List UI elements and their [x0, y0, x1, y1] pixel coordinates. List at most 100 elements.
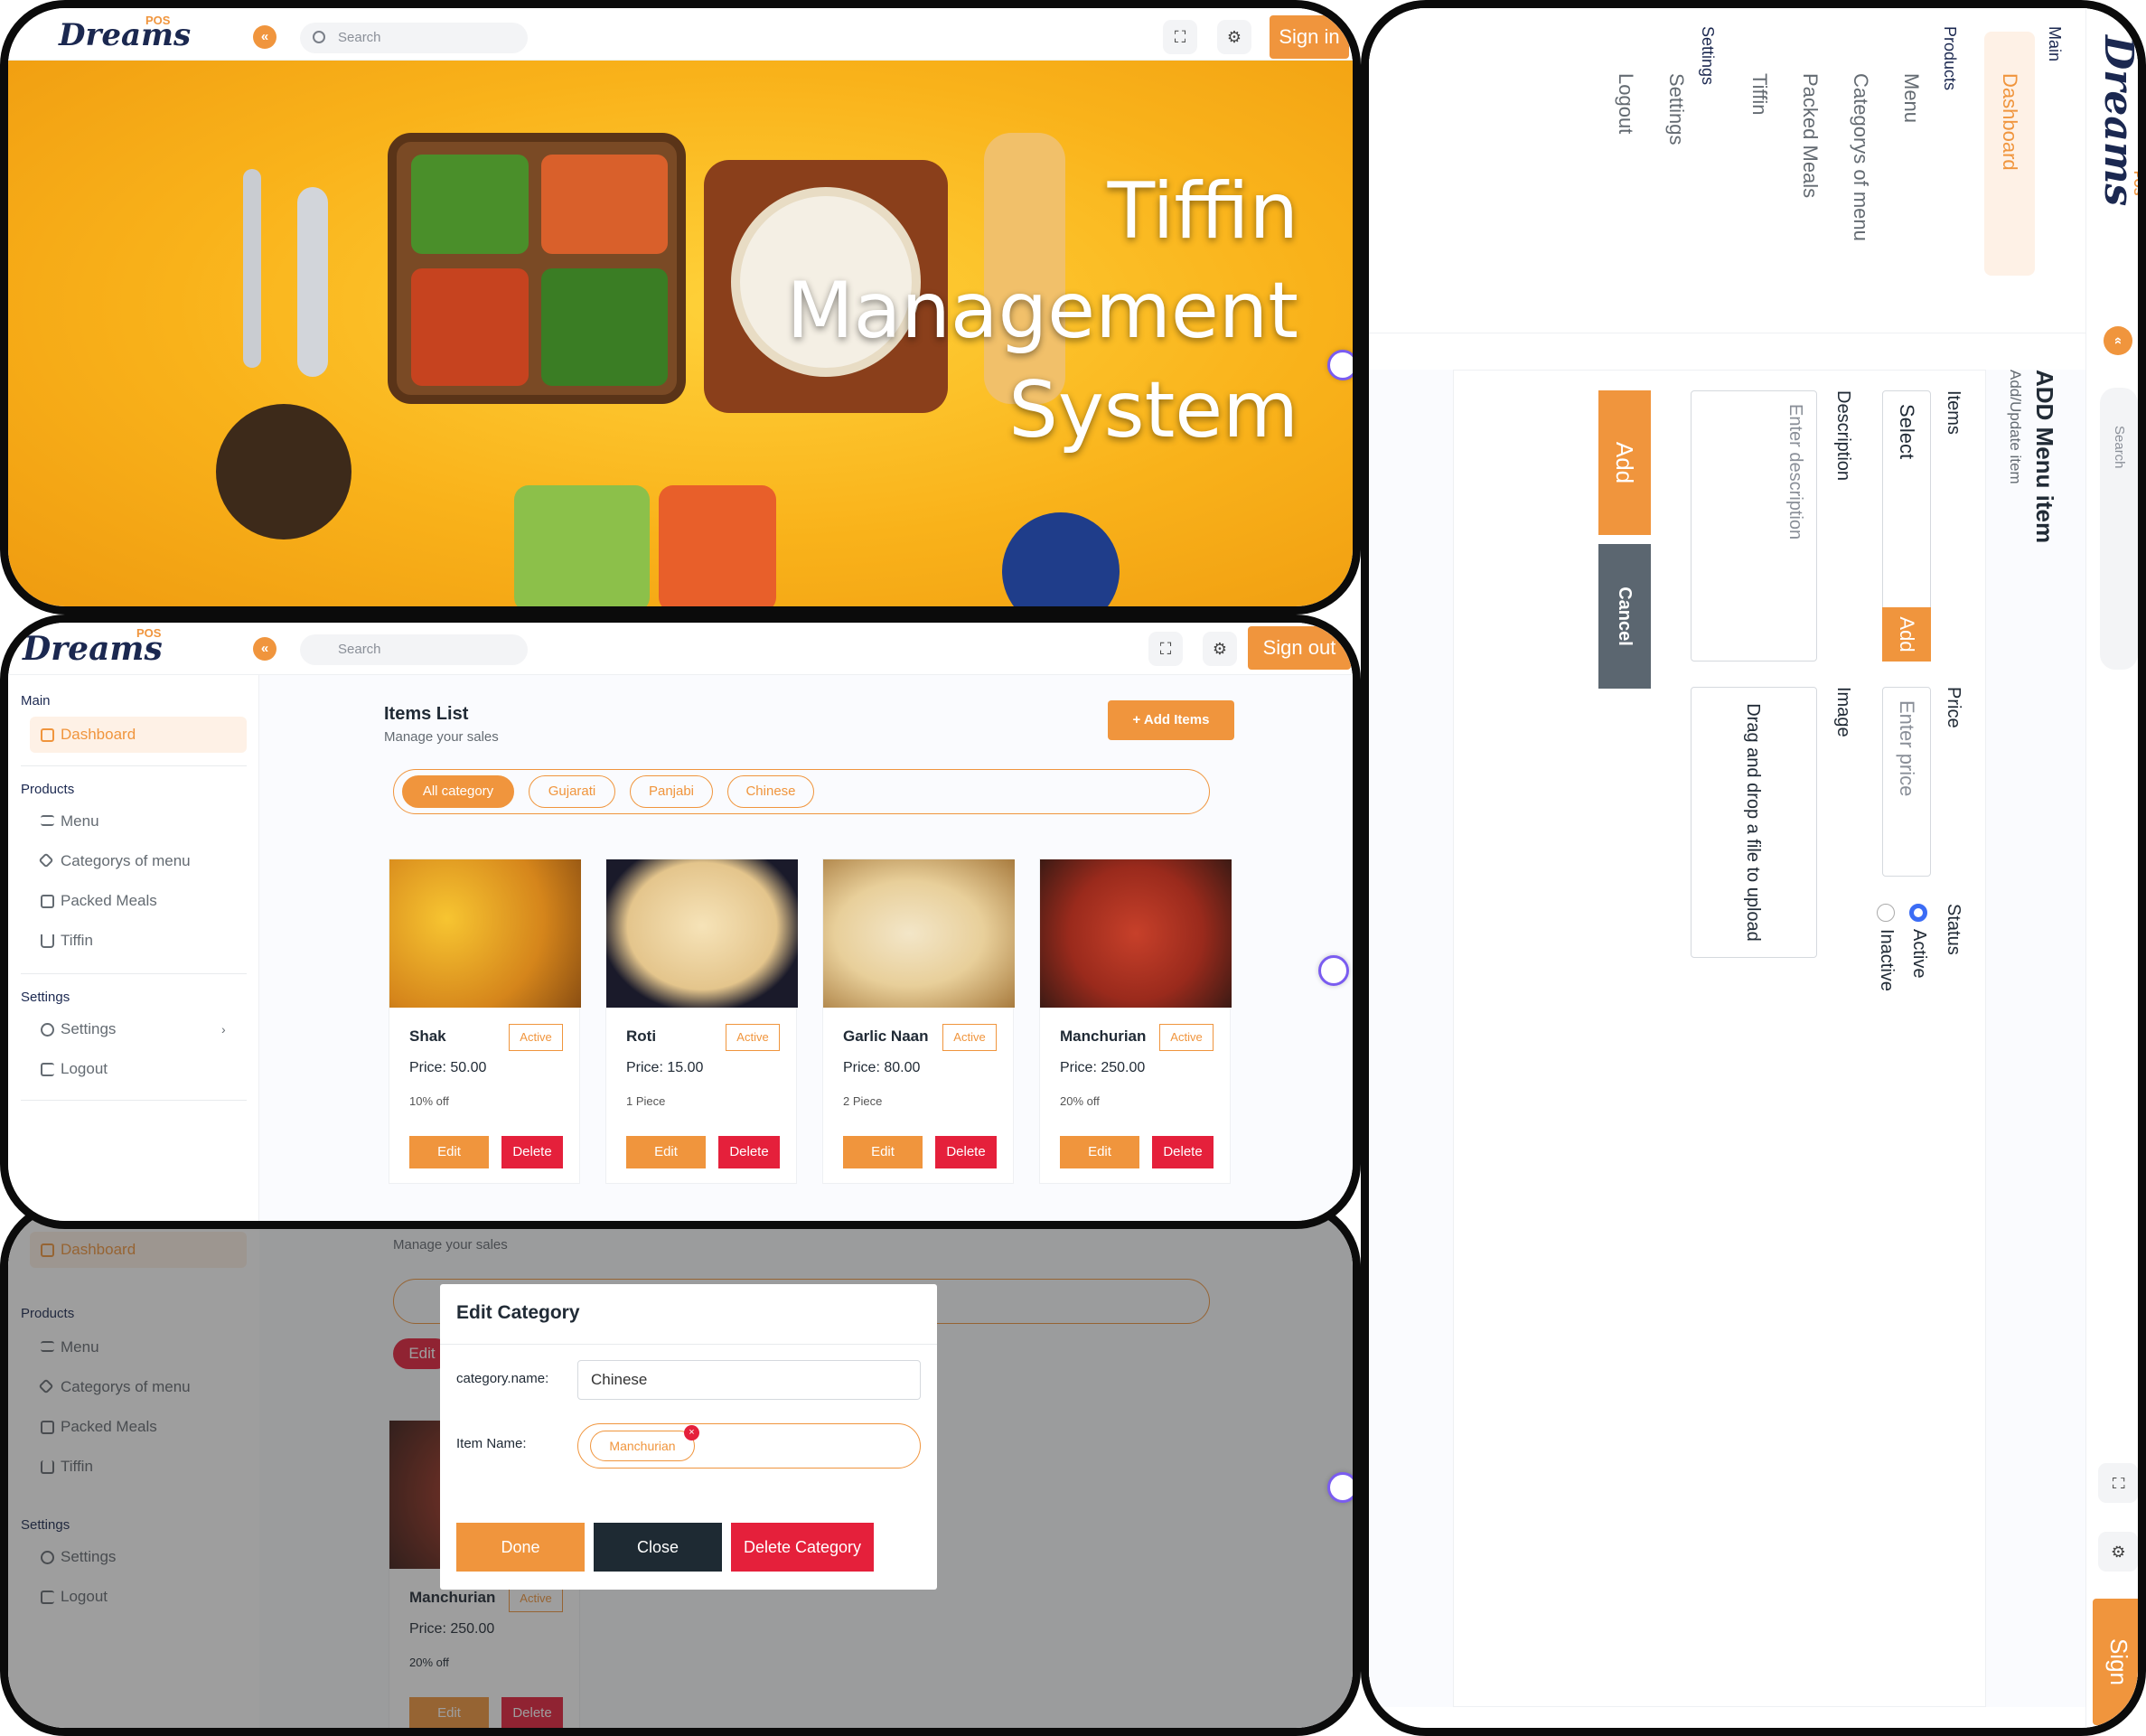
cancel-button[interactable]: Cancel: [1598, 544, 1651, 689]
done-button[interactable]: Done: [456, 1523, 585, 1572]
main-content: ADD Menu item Add/Update item Items Sele…: [1369, 370, 2085, 1707]
status-badge: Active: [1159, 1024, 1214, 1051]
remove-tag-icon[interactable]: ×: [684, 1425, 699, 1440]
fullscreen-icon[interactable]: ⛶: [1163, 20, 1197, 54]
description-label: Description: [1833, 390, 1853, 482]
divider: [440, 1344, 937, 1345]
edit-button[interactable]: Edit: [843, 1136, 923, 1168]
sidebar-item-settings[interactable]: Settings ›: [30, 1011, 247, 1047]
sidebar-item-categories[interactable]: Categorys of menu: [1849, 73, 1872, 241]
sidebar-item-label: Categorys of menu: [61, 852, 191, 869]
support-headset-icon[interactable]: [1318, 955, 1349, 986]
close-button[interactable]: Close: [594, 1523, 722, 1572]
page-title: Items List: [384, 704, 469, 724]
support-headset-icon[interactable]: [1327, 1472, 1353, 1503]
item-card: Shak Active Price: 50.00 10% off Edit De…: [389, 859, 581, 1184]
price-input[interactable]: Enter price: [1882, 687, 1931, 877]
sidebar-item-settings[interactable]: Settings: [1664, 73, 1688, 145]
sidebar-heading-main: Main: [2046, 26, 2064, 62]
divider: [21, 765, 247, 766]
sidebar-item-menu[interactable]: Menu: [1899, 73, 1923, 123]
delete-category-button[interactable]: Delete Category: [731, 1523, 874, 1572]
status-active-radio[interactable]: [1909, 904, 1927, 922]
sidebar-item-label: Menu: [61, 812, 99, 830]
add-button[interactable]: Add: [1598, 390, 1651, 535]
gear-icon[interactable]: ⚙: [1203, 632, 1237, 666]
filter-chinese[interactable]: Chinese: [727, 775, 814, 808]
spoon-illustration: [297, 187, 328, 377]
page-title: ADD Menu item: [2031, 370, 2058, 544]
sidebar-item-dashboard[interactable]: Dashboard: [1984, 32, 2035, 276]
item-name: Roti: [626, 1028, 657, 1045]
brand-logo: Dreams POS: [23, 626, 163, 668]
sidebar-item-packed-meals[interactable]: Packed Meals: [30, 883, 247, 919]
sidebar-item-packed-meals[interactable]: Packed Meals: [1798, 73, 1822, 198]
sidebar-heading-settings: Settings: [21, 990, 70, 1005]
support-headset-icon[interactable]: [1327, 350, 1353, 380]
image-dropzone[interactable]: Drag and drop a file to upload: [1691, 687, 1817, 958]
divider: [21, 1100, 247, 1101]
fullscreen-icon[interactable]: ⛶: [1148, 632, 1183, 666]
delete-button[interactable]: Delete: [1152, 1136, 1214, 1168]
sign-in-button[interactable]: Sign: [2093, 1599, 2138, 1725]
sidebar-item-tiffin[interactable]: Tiffin: [30, 923, 247, 959]
curry-bowl-illustration: [216, 404, 351, 540]
delete-button[interactable]: Delete: [935, 1136, 997, 1168]
items-add-button[interactable]: Add: [1882, 607, 1931, 662]
main-content: Items List Manage your sales + Add Items…: [259, 675, 1353, 1221]
sidebar-item-label: Settings: [61, 1020, 117, 1037]
collapse-sidebar-button[interactable]: «: [2104, 326, 2132, 355]
divider: [21, 973, 247, 974]
filter-gujarati[interactable]: Gujarati: [529, 775, 615, 808]
filter-all-category[interactable]: All category: [402, 775, 514, 808]
sidebar-item-logout[interactable]: Logout: [1614, 73, 1637, 134]
search-input[interactable]: Search: [300, 634, 528, 665]
fullscreen-icon[interactable]: ⛶: [2098, 1463, 2138, 1503]
add-items-button[interactable]: + Add Items: [1108, 700, 1234, 740]
logo-sup: POS: [2132, 171, 2145, 196]
filter-panjabi[interactable]: Panjabi: [630, 775, 713, 808]
sidebar-item-categories[interactable]: Categorys of menu: [30, 843, 247, 879]
status-label: Status: [1944, 904, 1963, 955]
hero-title-line-1: Tiffin: [1107, 166, 1298, 257]
category-name-input[interactable]: Chinese: [577, 1360, 921, 1400]
search-input[interactable]: Search: [2100, 388, 2138, 670]
edit-button[interactable]: Edit: [1060, 1136, 1139, 1168]
category-name-label: category.name:: [456, 1371, 549, 1386]
edit-button[interactable]: Edit: [626, 1136, 706, 1168]
item-card: Roti Active Price: 15.00 1 Piece Edit De…: [605, 859, 798, 1184]
status-inactive-label: Inactive: [1877, 929, 1897, 991]
search-input[interactable]: Search: [300, 23, 528, 53]
rotated-page: Dreams POS « Search ⛶ ⚙ Sign Main Dashbo…: [1369, 8, 2145, 1728]
sidebar-item-label: Dashboard: [1999, 73, 2021, 171]
delete-button[interactable]: Delete: [718, 1136, 780, 1168]
item-name-label: Item Name:: [456, 1436, 527, 1451]
price-label: Price: [1944, 687, 1963, 728]
hero-screenshot-panel: Dreams POS « Search ⛶ ⚙ Sign in Tiffin M…: [0, 0, 1361, 615]
sign-out-button[interactable]: Sign out: [1248, 626, 1351, 670]
description-textarea[interactable]: Enter description: [1691, 390, 1817, 662]
sign-in-button[interactable]: Sign in: [1270, 15, 1349, 59]
gear-icon[interactable]: ⚙: [1217, 20, 1251, 54]
gear-icon: [41, 1023, 54, 1037]
item-price: Price: 250.00: [1060, 1060, 1146, 1075]
logo-sup: POS: [145, 14, 171, 27]
gear-icon[interactable]: ⚙: [2098, 1532, 2138, 1572]
logout-icon: [41, 1063, 54, 1076]
item-card: Garlic Naan Active Price: 80.00 2 Piece …: [822, 859, 1015, 1184]
top-bar: Dreams POS « Search ⛶ ⚙ Sign: [2085, 8, 2145, 1728]
sidebar-item-tiffin[interactable]: Tiffin: [1748, 73, 1771, 115]
status-inactive-radio[interactable]: [1877, 904, 1895, 922]
add-menu-item-screenshot-panel: Dreams POS « Search ⛶ ⚙ Sign Main Dashbo…: [1361, 0, 2146, 1736]
collapse-sidebar-button[interactable]: «: [253, 25, 276, 49]
sidebar-item-menu[interactable]: Menu: [30, 803, 247, 840]
item-note: 1 Piece: [626, 1094, 666, 1108]
sidebar-item-logout[interactable]: Logout: [30, 1051, 247, 1087]
collapse-sidebar-button[interactable]: «: [253, 637, 276, 661]
item-name: Garlic Naan: [843, 1028, 929, 1045]
sidebar-item-dashboard[interactable]: Dashboard: [30, 717, 247, 753]
item-card: Manchurian Active Price: 250.00 20% off …: [1039, 859, 1232, 1184]
plus-icon: +: [1132, 712, 1144, 727]
delete-button[interactable]: Delete: [501, 1136, 563, 1168]
edit-button[interactable]: Edit: [409, 1136, 489, 1168]
